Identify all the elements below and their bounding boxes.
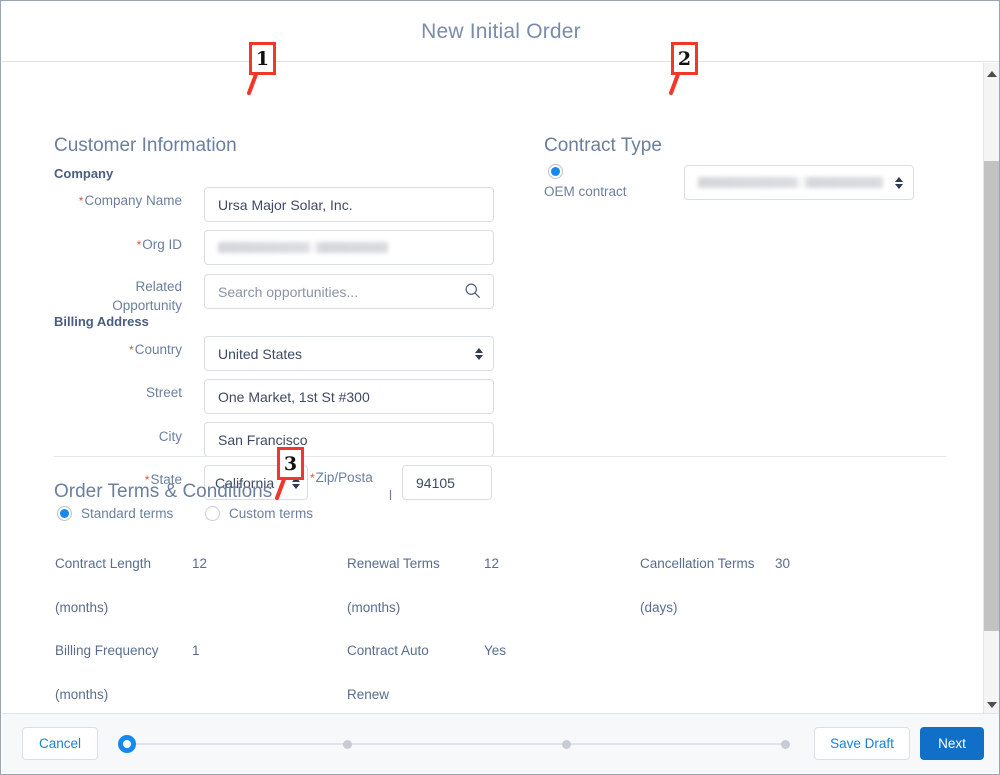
progress-step-4[interactable] [781,740,790,749]
renewal-terms-value: 12 [484,556,500,571]
contract-auto-renew-unit: Renew [347,687,390,702]
section-divider [54,456,946,457]
country-select[interactable]: United States [204,336,494,371]
customer-information-section-title: Customer Information [54,135,237,156]
city-value: San Francisco [218,431,308,448]
callout-badge-3: 3 [277,447,304,480]
required-asterisk: * [78,194,84,208]
scroll-up-arrow-icon[interactable] [985,67,998,80]
standard-terms-radio-label: Standard terms [81,506,174,521]
org-id-label: *Org ID [136,237,182,252]
billing-frequency-unit: (months) [55,687,109,702]
company-name-label: *Company Name [78,193,182,208]
custom-terms-radio[interactable] [205,506,220,521]
contract-type-section-title: Contract Type [544,135,662,156]
cancel-button[interactable]: Cancel [22,727,98,760]
search-icon[interactable] [464,282,481,302]
required-asterisk: * [136,238,142,252]
company-name-input[interactable]: Ursa Major Solar, Inc. [204,187,494,222]
street-input[interactable]: One Market, 1st St #300 [204,379,494,414]
save-draft-button[interactable]: Save Draft [814,727,910,760]
oem-contract-radio-label: OEM contract [544,184,627,199]
contract-auto-renew-label: Contract Auto [347,643,429,658]
progress-step-1[interactable] [118,735,136,753]
zip-postal-value: 94105 [416,474,455,491]
custom-terms-radio-label: Custom terms [229,506,314,521]
org-id-input[interactable] [204,230,494,265]
company-name-value: Ursa Major Solar, Inc. [218,196,353,213]
stepper-updown-icon[interactable] [895,176,903,189]
company-subtitle: Company [54,166,114,181]
progress-step-3[interactable] [562,740,571,749]
contract-length-label: Contract Length [55,556,152,571]
city-label: City [158,429,182,444]
next-button[interactable]: Next [920,727,984,760]
modal-body: Customer Information Company *Company Na… [2,63,999,715]
stepper-updown-icon[interactable] [475,347,483,360]
contract-length-value: 12 [192,556,208,571]
contract-auto-renew-value: Yes [484,643,507,658]
related-opportunity-search-input[interactable]: Search opportunities... [204,274,494,309]
modal-header: New Initial Order [2,2,999,62]
contract-type-redacted-value [698,177,883,188]
renewal-terms-unit: (months) [347,600,401,615]
country-value: United States [218,345,303,362]
contract-type-select[interactable] [684,165,914,200]
org-id-redacted-value [218,242,388,253]
scrollbar-thumb[interactable] [984,161,999,631]
billing-frequency-label: Billing Frequency [55,643,159,658]
contract-length-unit: (months) [55,600,109,615]
related-opportunity-placeholder: Search opportunities... [218,283,359,300]
progress-track [136,743,788,745]
page-title: New Initial Order [421,19,581,43]
renewal-terms-label: Renewal Terms [347,556,440,571]
cancellation-terms-value: 30 [775,556,791,571]
progress-step-2[interactable] [343,740,352,749]
billing-address-subtitle: Billing Address [54,314,149,329]
country-label: *Country [129,342,182,357]
zip-postal-input[interactable]: 94105 [402,465,492,500]
modal-footer: Cancel Save Draft Next [2,713,999,773]
street-value: One Market, 1st St #300 [218,388,370,405]
standard-terms-radio[interactable] [57,506,72,521]
billing-frequency-value: 1 [192,643,200,658]
related-opportunity-label: Related Opportunity [112,279,182,313]
cancellation-terms-label: Cancellation Terms [640,556,755,571]
required-asterisk: * [310,471,315,485]
new-initial-order-modal: New Initial Order Customer Information C… [0,0,1000,775]
callout-badge-1: 1 [249,42,276,75]
order-terms-section-title: Order Terms & Conditions [54,481,273,502]
required-asterisk: * [129,343,134,357]
callout-badge-2: 2 [671,42,698,75]
scroll-down-arrow-icon[interactable] [985,698,998,711]
city-input[interactable]: San Francisco [204,422,494,457]
zip-postal-label: *Zip/Posta l [310,470,392,503]
oem-contract-radio[interactable] [548,164,563,179]
street-label: Street [145,385,182,400]
cancellation-terms-unit: (days) [640,600,678,615]
vertical-scrollbar[interactable] [983,63,999,715]
